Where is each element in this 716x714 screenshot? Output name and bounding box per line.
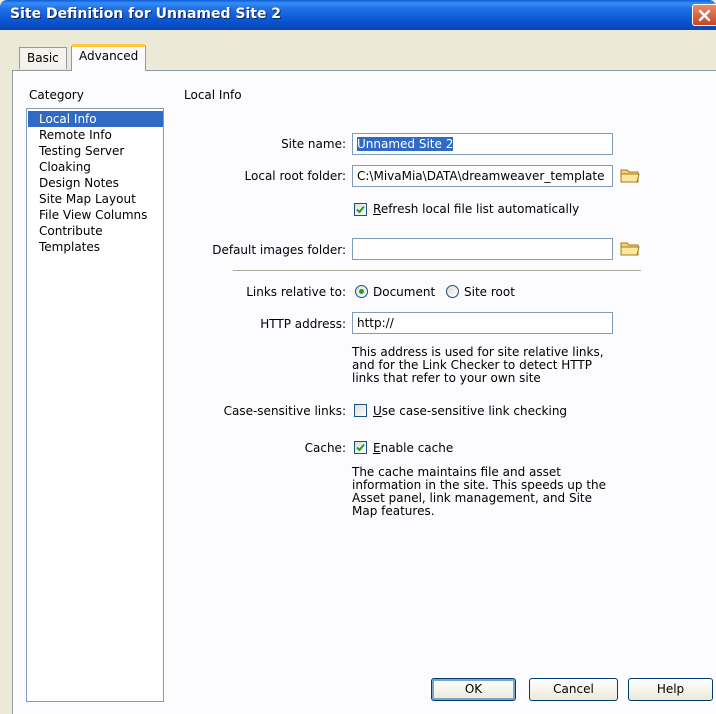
folder-icon[interactable] [620,167,640,184]
http-address-label: HTTP address: [260,317,346,331]
title-bar[interactable]: Site Definition for Unnamed Site 2 [0,0,716,30]
close-icon [698,9,711,22]
category-list[interactable]: Local Info Remote Info Testing Server Cl… [26,108,164,702]
divider [233,270,641,272]
folder-icon[interactable] [620,240,640,257]
default-images-folder-label: Default images folder: [212,243,346,257]
http-address-input[interactable]: http:// [352,312,613,334]
case-sensitive-checkbox-label[interactable]: Use case-sensitive link checking [373,404,567,418]
case-label-text: se case-sensitive link checking [381,404,568,418]
category-item-contribute[interactable]: Contribute [28,223,163,239]
category-item-local-info[interactable]: Local Info [28,111,163,127]
checkmark-icon [356,443,365,452]
radio-selected-dot [359,289,364,294]
default-images-folder-input[interactable] [352,238,613,260]
cache-label: Cache: [304,441,346,455]
site-name-label: Site name: [281,137,346,151]
checkmark-icon [356,205,365,214]
case-access-key: U [373,404,382,418]
links-relative-label: Links relative to: [246,285,346,299]
site-name-input[interactable]: Unnamed Site 2 [352,133,613,155]
cache-checkbox[interactable] [354,441,367,454]
refresh-checkbox-label[interactable]: Refresh local file list automatically [373,202,579,216]
refresh-checkbox[interactable] [354,203,367,216]
radio-document-label[interactable]: Document [373,285,435,299]
local-root-folder-input[interactable]: C:\MivaMia\DATA\dreamweaver_template [352,165,613,187]
case-sensitive-label: Case-sensitive links: [223,404,346,418]
ok-button[interactable]: OK [431,678,516,701]
http-help-text: This address is used for site relative l… [352,345,604,385]
radio-site-root[interactable] [446,285,459,298]
help-button[interactable]: Help [628,678,713,701]
category-item-testing-server[interactable]: Testing Server [28,143,163,159]
cache-checkbox-label[interactable]: Enable cache [373,441,453,455]
category-item-remote-info[interactable]: Remote Info [28,127,163,143]
cache-access-key: E [373,441,381,455]
tab-basic[interactable]: Basic [19,47,67,69]
section-title: Local Info [184,88,242,102]
refresh-label-text: efresh local file list automatically [380,202,580,216]
radio-document[interactable] [355,285,368,298]
category-item-file-view-columns[interactable]: File View Columns [28,207,163,223]
cache-help-text: The cache maintains file and asset infor… [352,465,607,518]
category-item-design-notes[interactable]: Design Notes [28,175,163,191]
tab-strip: Basic Advanced [0,30,716,71]
category-item-templates[interactable]: Templates [28,239,163,255]
site-name-value: Unnamed Site 2 [357,137,454,151]
tab-advanced[interactable]: Advanced [71,44,147,71]
category-item-site-map-layout[interactable]: Site Map Layout [28,191,163,207]
case-sensitive-checkbox[interactable] [354,404,367,417]
radio-site-root-label[interactable]: Site root [464,285,515,299]
category-item-cloaking[interactable]: Cloaking [28,159,163,175]
cache-label-text: nable cache [380,441,454,455]
cancel-button[interactable]: Cancel [529,678,618,701]
refresh-access-key: R [373,202,381,216]
category-heading: Category [29,88,84,102]
close-button[interactable] [692,4,716,26]
local-root-folder-label: Local root folder: [244,169,346,183]
window-title: Site Definition for Unnamed Site 2 [10,6,282,22]
